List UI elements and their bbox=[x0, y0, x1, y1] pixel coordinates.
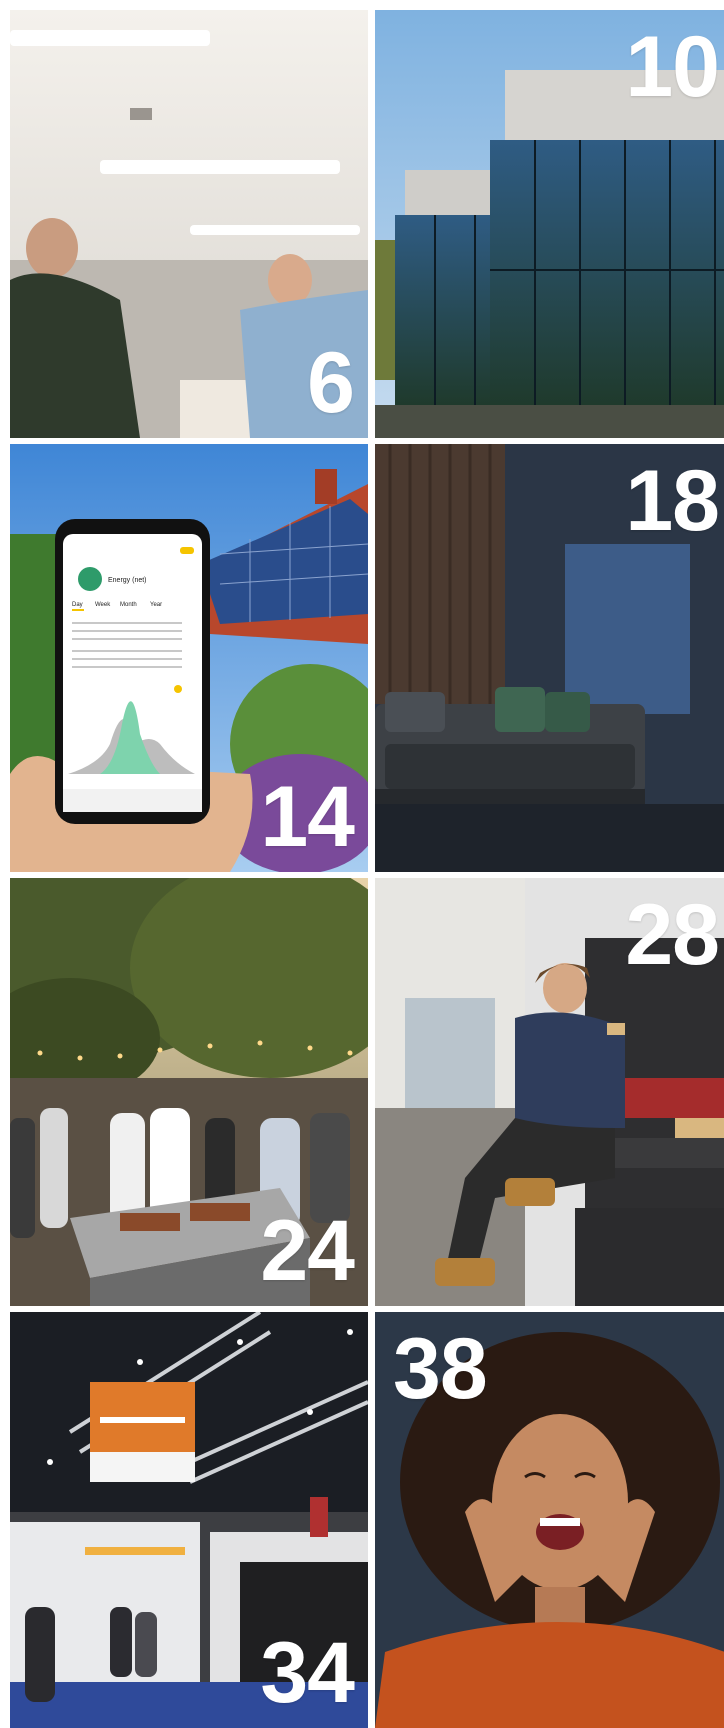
page-number: 38 bbox=[393, 1321, 488, 1417]
tile-page-10[interactable]: 10 bbox=[375, 10, 724, 438]
page-number: 34 bbox=[260, 1625, 355, 1721]
tab-year[interactable]: Year bbox=[150, 602, 162, 608]
tile-page-6[interactable]: 6 bbox=[10, 10, 368, 438]
page-number: 28 bbox=[625, 887, 720, 983]
tile-page-28[interactable]: 28 bbox=[375, 878, 724, 1306]
tile-page-24[interactable]: 24 bbox=[10, 878, 368, 1306]
page-number: 24 bbox=[260, 1203, 355, 1299]
magazine-contents-grid: 6 10 Energy (net) Day Week Month Year 14… bbox=[10, 10, 724, 1728]
page-number: 6 bbox=[307, 335, 355, 431]
tab-month[interactable]: Month bbox=[120, 602, 137, 608]
tile-page-18[interactable]: 18 bbox=[375, 444, 724, 872]
tab-week[interactable]: Week bbox=[95, 602, 111, 608]
page-number: 14 bbox=[260, 769, 355, 865]
page-number: 18 bbox=[625, 453, 720, 549]
tile-page-34[interactable]: 34 bbox=[10, 1312, 368, 1728]
tab-day[interactable]: Day bbox=[72, 602, 83, 608]
tile-page-38[interactable]: 38 bbox=[375, 1312, 724, 1728]
app-title: Energy (net) bbox=[108, 577, 147, 584]
tile-page-14[interactable]: Energy (net) Day Week Month Year 14 bbox=[10, 444, 368, 872]
page-number: 10 bbox=[625, 19, 720, 115]
